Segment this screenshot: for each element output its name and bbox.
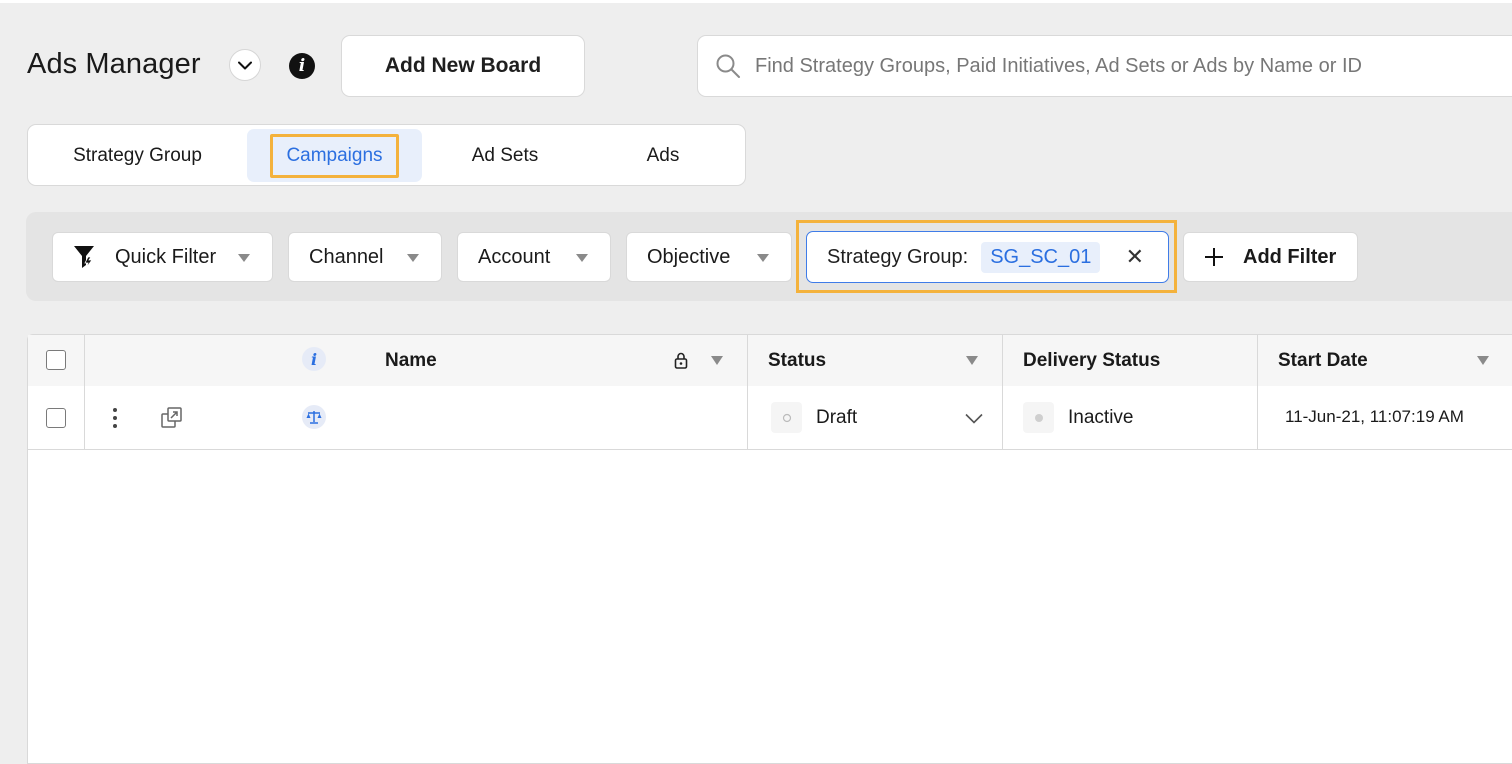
tab-campaigns[interactable]: Campaigns bbox=[247, 129, 422, 182]
search-input[interactable] bbox=[753, 53, 1477, 79]
tab-ad-sets[interactable]: Ad Sets bbox=[425, 129, 585, 182]
info-icon[interactable]: i bbox=[302, 347, 326, 371]
tab-label: Campaigns bbox=[270, 133, 399, 178]
search-icon bbox=[716, 54, 740, 78]
name-column-header[interactable]: Name bbox=[385, 350, 437, 372]
select-all-checkbox[interactable] bbox=[46, 350, 66, 370]
strategy-group-filter-chip[interactable]: Strategy Group: SG_SC_01 ✕ bbox=[806, 231, 1169, 283]
row-checkbox[interactable] bbox=[46, 408, 66, 428]
objective-label: Objective bbox=[647, 245, 731, 268]
search-bar bbox=[697, 35, 1512, 97]
draft-status-icon bbox=[771, 402, 802, 433]
tab-label: Ads bbox=[646, 144, 680, 166]
plus-icon bbox=[1205, 248, 1223, 266]
page-title: Ads Manager bbox=[27, 48, 201, 80]
table-row[interactable]: Draft Inactive 11-Jun-21, 11:07:19 AM bbox=[28, 386, 1512, 450]
caret-down-icon bbox=[757, 254, 769, 262]
strategy-group-filter-label: Strategy Group: bbox=[827, 245, 969, 268]
start-date-sort-caret-icon[interactable] bbox=[1477, 356, 1489, 365]
caret-down-icon bbox=[407, 254, 419, 262]
title-dropdown-button[interactable] bbox=[229, 49, 261, 81]
balance-scale-icon bbox=[302, 405, 326, 429]
start-date-value: 11-Jun-21, 11:07:19 AM bbox=[1285, 407, 1464, 426]
info-glyph: i bbox=[310, 349, 318, 369]
caret-down-icon bbox=[576, 254, 588, 262]
lightning-filter-icon bbox=[74, 246, 94, 269]
quick-filter-label: Quick Filter bbox=[115, 245, 217, 268]
account-filter[interactable]: Account bbox=[457, 232, 611, 282]
channel-label: Channel bbox=[309, 245, 384, 268]
table-header: i Name Status Delivery Status Start Date bbox=[28, 335, 1512, 387]
tab-strategy-group[interactable]: Strategy Group bbox=[31, 129, 244, 182]
add-filter-button[interactable]: Add Filter bbox=[1183, 232, 1358, 282]
delivery-status-value: Inactive bbox=[1068, 407, 1134, 428]
open-external-icon[interactable] bbox=[161, 407, 183, 429]
chevron-down-icon[interactable] bbox=[965, 413, 983, 424]
channel-filter[interactable]: Channel bbox=[288, 232, 442, 282]
info-glyph: i bbox=[298, 56, 306, 76]
close-icon[interactable]: ✕ bbox=[1126, 244, 1144, 270]
objective-filter[interactable]: Objective bbox=[626, 232, 792, 282]
chevron-down-icon bbox=[238, 61, 252, 69]
name-sort-caret-icon[interactable] bbox=[711, 356, 723, 365]
info-icon[interactable]: i bbox=[289, 53, 315, 79]
status-value: Draft bbox=[816, 407, 858, 428]
inactive-status-icon bbox=[1023, 402, 1054, 433]
tab-label: Strategy Group bbox=[73, 144, 202, 166]
top-edge bbox=[0, 0, 1512, 3]
tab-ads[interactable]: Ads bbox=[588, 129, 738, 182]
strategy-group-filter-value: SG_SC_01 bbox=[981, 241, 1101, 273]
status-column-header[interactable]: Status bbox=[768, 350, 826, 372]
quick-filter-button[interactable]: Quick Filter bbox=[52, 232, 273, 282]
delivery-status-column-header[interactable]: Delivery Status bbox=[1023, 350, 1160, 372]
kebab-menu-icon[interactable] bbox=[111, 406, 119, 430]
start-date-column-header[interactable]: Start Date bbox=[1278, 350, 1368, 372]
status-sort-caret-icon[interactable] bbox=[966, 356, 978, 365]
lock-icon[interactable] bbox=[674, 352, 688, 369]
caret-down-icon bbox=[238, 254, 250, 262]
account-label: Account bbox=[478, 245, 551, 268]
entity-tabs: Strategy Group Campaigns Ad Sets Ads bbox=[27, 124, 746, 186]
add-new-board-button[interactable]: Add New Board bbox=[341, 35, 585, 97]
add-filter-label: Add Filter bbox=[1243, 245, 1337, 268]
tab-label: Ad Sets bbox=[471, 144, 539, 166]
